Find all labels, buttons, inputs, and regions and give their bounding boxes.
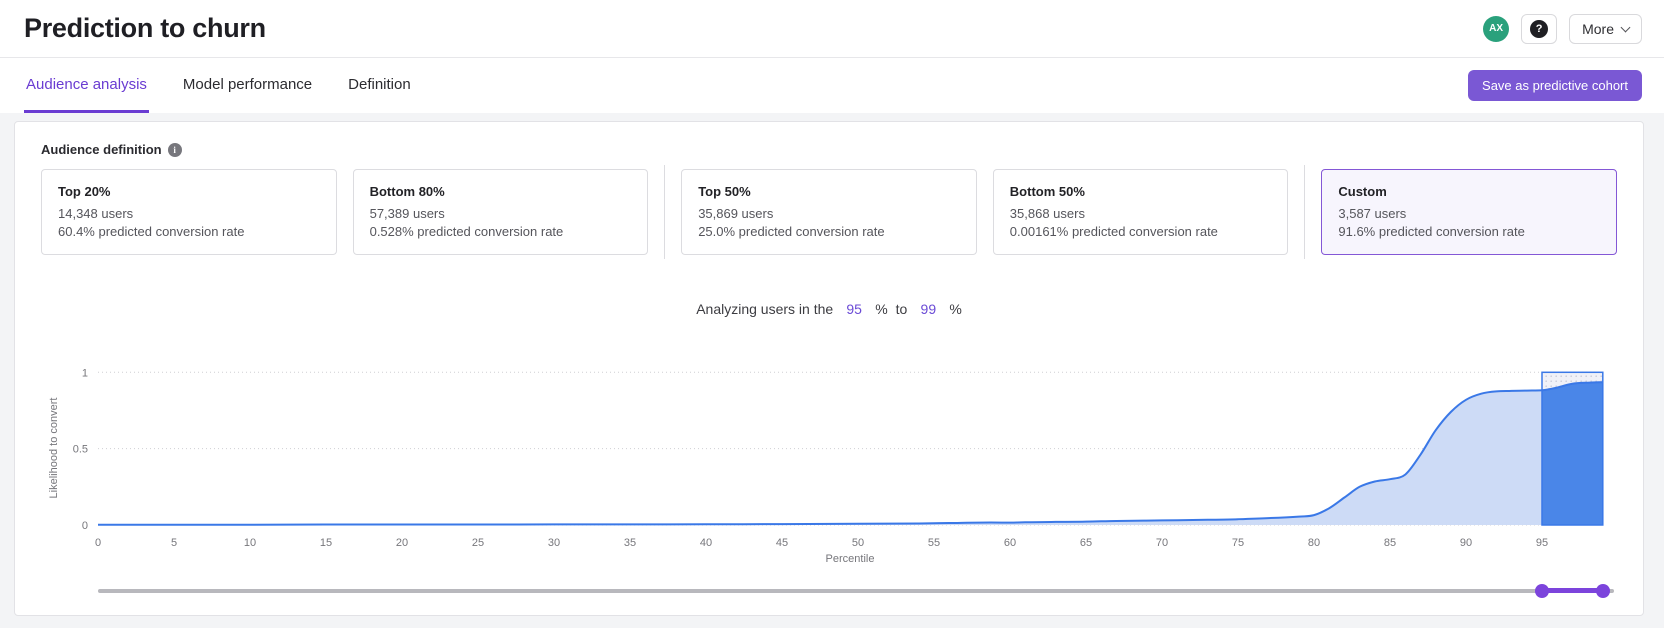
percentile-to-input[interactable] <box>915 301 941 317</box>
page-header: Prediction to churn AX ? More <box>0 0 1664 58</box>
tabs: Audience analysis Model performance Defi… <box>24 58 413 113</box>
audience-card-bottom-50[interactable]: Bottom 50% 35,868 users 0.00161% predict… <box>993 169 1289 255</box>
x-tick-label: 75 <box>1232 537 1244 549</box>
card-users: 3,587 users <box>1338 205 1600 223</box>
x-tick-label: 60 <box>1004 537 1016 549</box>
analyzing-prefix: Analyzing users in the <box>696 301 833 317</box>
percentile-slider-track[interactable] <box>98 589 1614 593</box>
help-button[interactable]: ? <box>1521 14 1557 44</box>
y-axis-title: Likelihood to convert <box>48 398 60 499</box>
chevron-down-icon <box>1621 22 1631 32</box>
tab-model-performance[interactable]: Model performance <box>181 58 314 113</box>
avatar[interactable]: AX <box>1483 16 1509 42</box>
card-users: 35,868 users <box>1010 205 1272 223</box>
card-rate: 0.528% predicted conversion rate <box>370 223 632 241</box>
card-title: Custom <box>1338 184 1600 199</box>
x-tick-label: 40 <box>700 537 712 549</box>
y-axis-ticks: 00.51 <box>73 367 88 532</box>
card-users: 57,389 users <box>370 205 632 223</box>
audience-definition-header: Audience definition i <box>15 122 1643 157</box>
slider-handle-from[interactable] <box>1535 584 1549 598</box>
header-actions: AX ? More <box>1483 14 1642 44</box>
tab-audience-analysis[interactable]: Audience analysis <box>24 58 149 113</box>
tab-bar: Audience analysis Model performance Defi… <box>0 58 1664 113</box>
audience-card-top-50[interactable]: Top 50% 35,869 users 25.0% predicted con… <box>681 169 977 255</box>
x-tick-label: 65 <box>1080 537 1092 549</box>
save-as-predictive-cohort-button[interactable]: Save as predictive cohort <box>1468 70 1642 101</box>
tab-definition[interactable]: Definition <box>346 58 413 113</box>
x-tick-label: 0 <box>95 537 101 549</box>
y-tick-label: 0 <box>82 520 88 532</box>
x-tick-label: 55 <box>928 537 940 549</box>
card-title: Top 50% <box>698 184 960 199</box>
x-tick-label: 85 <box>1384 537 1396 549</box>
x-tick-label: 50 <box>852 537 864 549</box>
help-icon: ? <box>1530 20 1548 38</box>
x-tick-label: 90 <box>1460 537 1472 549</box>
info-icon[interactable]: i <box>168 143 182 157</box>
more-button[interactable]: More <box>1569 14 1642 44</box>
x-tick-label: 25 <box>472 537 484 549</box>
analyzing-range-row: Analyzing users in the % to % <box>15 301 1643 317</box>
card-rate: 25.0% predicted conversion rate <box>698 223 960 241</box>
likelihood-chart: 05101520253035404550556065707580859095 0… <box>0 330 1664 578</box>
y-tick-label: 1 <box>82 367 88 379</box>
x-axis-title: Percentile <box>826 553 875 565</box>
card-users: 14,348 users <box>58 205 320 223</box>
audience-card-custom[interactable]: Custom 3,587 users 91.6% predicted conve… <box>1321 169 1617 255</box>
card-title: Bottom 80% <box>370 184 632 199</box>
x-tick-label: 80 <box>1308 537 1320 549</box>
percentile-from-input[interactable] <box>841 301 867 317</box>
audience-cards-row: Top 20% 14,348 users 60.4% predicted con… <box>41 169 1617 255</box>
y-tick-label: 0.5 <box>73 444 88 456</box>
audience-card-top-20[interactable]: Top 20% 14,348 users 60.4% predicted con… <box>41 169 337 255</box>
prediction-to-churn-page: Prediction to churn AX ? More Audience a… <box>0 0 1664 628</box>
card-group-divider <box>1304 165 1305 259</box>
x-tick-label: 5 <box>171 537 177 549</box>
percentile-slider-range[interactable] <box>1542 588 1603 593</box>
likelihood-area <box>98 382 1603 525</box>
card-rate: 91.6% predicted conversion rate <box>1338 223 1600 241</box>
card-rate: 60.4% predicted conversion rate <box>58 223 320 241</box>
x-tick-label: 10 <box>244 537 256 549</box>
x-tick-label: 70 <box>1156 537 1168 549</box>
slider-handle-to[interactable] <box>1596 584 1610 598</box>
card-title: Bottom 50% <box>1010 184 1272 199</box>
card-rate: 0.00161% predicted conversion rate <box>1010 223 1272 241</box>
card-title: Top 20% <box>58 184 320 199</box>
x-tick-label: 35 <box>624 537 636 549</box>
x-tick-label: 20 <box>396 537 408 549</box>
page-title: Prediction to churn <box>24 13 266 44</box>
card-group-divider <box>664 165 665 259</box>
percent-sign: % <box>949 301 961 317</box>
x-tick-label: 30 <box>548 537 560 549</box>
audience-definition-label: Audience definition <box>41 142 162 157</box>
range-connector: to <box>896 301 908 317</box>
x-tick-label: 95 <box>1536 537 1548 549</box>
x-tick-label: 45 <box>776 537 788 549</box>
x-tick-label: 15 <box>320 537 332 549</box>
percent-sign: % <box>875 301 887 317</box>
x-axis-ticks: 0 5 10 15 20 25 30 35 40 45 50 55 60 65 70 75 80 85 90 95 <box>95 537 1548 549</box>
audience-card-bottom-80[interactable]: Bottom 80% 57,389 users 0.528% predicted… <box>353 169 649 255</box>
more-button-label: More <box>1582 21 1614 37</box>
card-users: 35,869 users <box>698 205 960 223</box>
